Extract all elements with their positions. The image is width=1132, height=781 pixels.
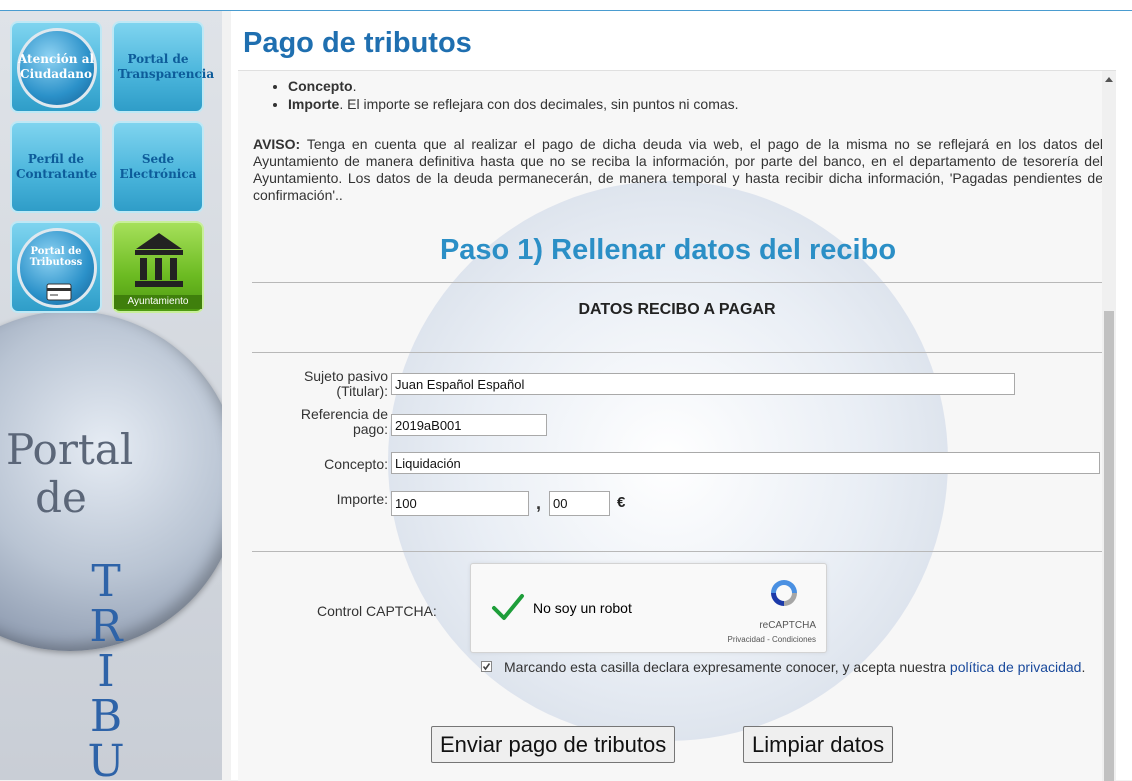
tile-sede-electronica[interactable]: Sede Electrónica — [112, 121, 204, 213]
submit-payment-button[interactable]: Enviar pago de tributos — [431, 726, 676, 763]
checkmark-icon — [492, 594, 524, 620]
consent-statement: Marcando esta casilla declara expresamen… — [504, 659, 950, 675]
content-area: Concepto. Importe. El importe se refleja… — [238, 70, 1116, 781]
divider — [252, 352, 1102, 353]
importe-label: Importe: — [336, 491, 388, 507]
referencia-label-line2: pago: — [352, 421, 388, 437]
referencia-pago-input[interactable] — [391, 414, 547, 436]
sujeto-label-line1: Sujeto pasivo — [303, 368, 388, 384]
privacy-policy-link[interactable]: política de privacidad — [950, 659, 1082, 675]
tile-transparencia-label: Portal de Transparencia — [118, 52, 215, 81]
town-hall-icon — [135, 233, 183, 287]
de-word: de — [35, 473, 87, 522]
section-title: DATOS RECIBO A PAGAR — [578, 301, 776, 318]
checkbox-check-icon — [482, 663, 491, 671]
tile-portal-transparencia[interactable]: Portal de Transparencia — [112, 21, 215, 113]
aviso-text: Tenga en cuenta que al realizar el pago … — [253, 136, 1103, 203]
tile-sede-label: Sede Electrónica — [119, 152, 197, 181]
portal-word: Portal — [6, 425, 134, 474]
clear-data-button[interactable]: Limpiar datos — [743, 726, 894, 763]
sujeto-label: Sujeto pasivo (Titular): — [258, 369, 388, 399]
consent-text: Marcando esta casilla declara expresamen… — [470, 657, 1101, 677]
importe-entero-input[interactable] — [391, 491, 529, 516]
recaptcha-brand: reCAPTCHA — [759, 620, 816, 631]
divider — [252, 551, 1102, 552]
bullet-text: . — [352, 78, 357, 94]
top-border — [0, 0, 1132, 11]
sidebar: Atención al Ciudadano Portal de Transpar… — [0, 11, 222, 780]
referencia-label-line1: Referencia de — [300, 406, 388, 422]
scroll-up-arrow-icon[interactable] — [1105, 77, 1113, 82]
step-title: Paso 1) Rellenar datos del recibo — [439, 234, 897, 266]
bullet-term: Importe — [288, 96, 340, 112]
tile-atencion-ciudadano[interactable]: Atención al Ciudadano — [10, 21, 102, 113]
tile-tributos-label: Portal de Tributoss — [29, 246, 83, 268]
main-panel: Pago de tributos Concepto. Importe. El i… — [231, 11, 1132, 781]
list-item: Concepto. — [288, 77, 739, 95]
aviso-notice: AVISO: Tenga en cuenta que al realizar e… — [253, 136, 1103, 204]
scroll-thumb[interactable] — [1104, 311, 1114, 781]
tile-portal-tributos[interactable]: Portal de Tributoss — [10, 221, 102, 313]
credit-card-icon — [46, 283, 72, 301]
tile-perfil-contratante[interactable]: Perfil de Contratante — [10, 121, 102, 213]
sujeto-label-line2: (Titular): — [336, 383, 388, 399]
consent-checkbox[interactable] — [481, 661, 492, 672]
bullet-text: . El importe se reflejara con dos decima… — [339, 96, 739, 112]
sujeto-pasivo-input[interactable] — [391, 373, 1015, 395]
concepto-label: Concepto: — [324, 456, 388, 472]
recaptcha-logo-icon — [771, 580, 797, 606]
tile-ayuntamiento[interactable]: Ayuntamiento — [112, 221, 204, 313]
page-title: Pago de tributos — [243, 27, 472, 59]
instructions-list: Concepto. Importe. El importe se refleja… — [274, 77, 739, 113]
captcha-label: Control CAPTCHA: — [317, 603, 437, 619]
vertical-letter: R — [89, 601, 123, 652]
divider — [252, 282, 1102, 283]
vertical-scrollbar[interactable] — [1102, 71, 1116, 781]
referencia-label: Referencia de pago: — [258, 407, 388, 437]
list-item: Importe. El importe se reflejara con dos… — [288, 95, 739, 113]
recaptcha-widget[interactable]: No soy un robot reCAPTCHA Privacidad - C… — [470, 563, 827, 653]
vertical-letter: I — [97, 646, 115, 697]
concepto-input[interactable] — [391, 452, 1100, 474]
vertical-letter: B — [89, 691, 123, 742]
captcha-text: No soy un robot — [533, 600, 632, 616]
recaptcha-links[interactable]: Privacidad - Condiciones — [471, 635, 817, 644]
tributos-vertical-text: T R I B U — [86, 559, 126, 780]
tile-contratante-label: Perfil de Contratante — [16, 152, 98, 181]
euro-symbol: € — [617, 494, 626, 511]
aviso-label: AVISO: — [253, 136, 301, 152]
tile-ayuntamiento-label: Ayuntamiento — [114, 295, 202, 309]
importe-decimal-input[interactable] — [549, 491, 610, 516]
consent-end: . — [1081, 659, 1086, 675]
vertical-letter: T — [91, 556, 121, 607]
vertical-letter: U — [87, 736, 125, 780]
tile-atencion-label: Atención al Ciudadano — [17, 52, 95, 81]
bullet-term: Concepto — [288, 78, 353, 94]
portal-heading: Portal de — [6, 425, 134, 522]
decimal-comma: , — [536, 493, 542, 513]
